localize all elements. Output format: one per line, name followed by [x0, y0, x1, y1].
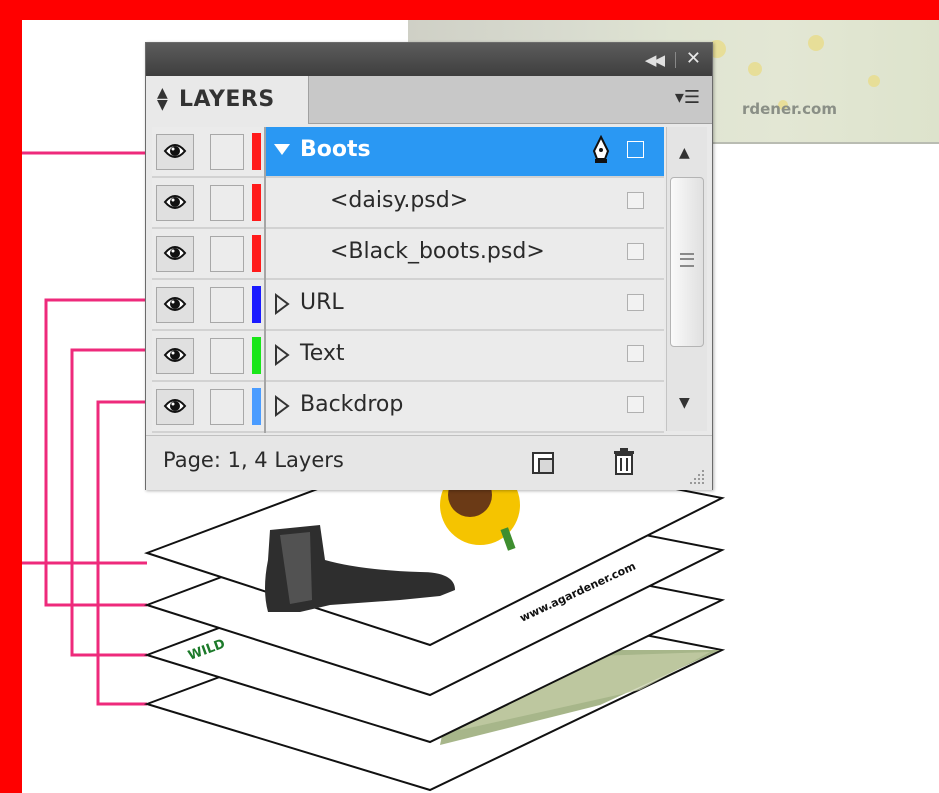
collapsed-triangle-icon[interactable] [272, 292, 292, 316]
tab-layers[interactable]: ▲ ▼ LAYERS [146, 76, 309, 124]
layer-name-cell[interactable]: Text [266, 331, 664, 380]
layer-row[interactable]: Boots [152, 127, 664, 178]
expanded-triangle-icon[interactable] [272, 139, 292, 159]
layer-color-swatch [252, 286, 261, 323]
collapsed-triangle-icon[interactable] [272, 394, 292, 418]
selection-box[interactable] [627, 345, 644, 362]
scroll-up-icon[interactable]: ▲ [679, 145, 690, 161]
visibility-toggle[interactable] [156, 185, 194, 221]
resize-grip-icon[interactable] [686, 466, 706, 486]
layer-row[interactable]: <Black_boots.psd> [152, 229, 664, 280]
lock-toggle[interactable] [210, 185, 244, 221]
collapse-icon[interactable]: ◀◀ [645, 51, 665, 69]
collapsed-triangle-icon[interactable] [272, 343, 292, 367]
visibility-toggle[interactable] [156, 287, 194, 323]
layer-name: <daisy.psd> [330, 188, 469, 213]
selection-box[interactable] [627, 192, 644, 209]
pen-icon [592, 135, 610, 163]
visibility-toggle[interactable] [156, 134, 194, 170]
layer-name: Boots [300, 137, 371, 162]
layer-color-swatch [252, 133, 261, 170]
selection-box[interactable] [627, 294, 644, 311]
layer-row[interactable]: Backdrop [152, 382, 664, 433]
layer-name: Backdrop [300, 392, 404, 417]
lock-toggle[interactable] [210, 134, 244, 170]
selection-box[interactable] [627, 141, 644, 158]
panel-statusbar: Page: 1, 4 Layers [146, 435, 712, 490]
close-icon[interactable]: ✕ [686, 48, 701, 69]
layer-name-cell[interactable]: URL [266, 280, 664, 329]
scroll-down-icon[interactable]: ▼ [679, 395, 690, 411]
panel-titlebar[interactable]: ◀◀ ✕ [146, 43, 712, 76]
layer-name: Text [300, 341, 345, 366]
visibility-toggle[interactable] [156, 236, 194, 272]
trash-icon[interactable] [611, 446, 637, 476]
lock-toggle[interactable] [210, 338, 244, 374]
layer-name-cell[interactable]: Boots [266, 127, 664, 176]
layer-color-swatch [252, 235, 261, 272]
layer-name-cell[interactable]: <Black_boots.psd> [266, 229, 664, 278]
tab-options-icon[interactable]: ▲ ▼ [157, 86, 168, 112]
new-layer-icon[interactable] [530, 450, 556, 476]
tab-label: LAYERS [179, 87, 275, 112]
layer-color-swatch [252, 337, 261, 374]
lock-toggle[interactable] [210, 236, 244, 272]
panel-menu-icon[interactable]: ▾☰ [675, 87, 700, 108]
layer-name-cell[interactable]: <daisy.psd> [266, 178, 664, 227]
layer-name: <Black_boots.psd> [330, 239, 545, 264]
layer-color-swatch [252, 184, 261, 221]
layer-name: URL [300, 290, 344, 315]
selection-box[interactable] [627, 396, 644, 413]
selection-box[interactable] [627, 243, 644, 260]
layer-row[interactable]: <daisy.psd> [152, 178, 664, 229]
scroll-thumb[interactable] [670, 177, 704, 347]
connector-lines [22, 151, 147, 706]
layer-name-cell[interactable]: Backdrop [266, 382, 664, 431]
layer-row[interactable]: URL [152, 280, 664, 331]
panel-tab-row: ▲ ▼ LAYERS ▾☰ [146, 76, 712, 124]
status-text: Page: 1, 4 Layers [163, 448, 344, 472]
layers-scrollbar[interactable]: ▲ ▼ [666, 127, 707, 431]
lock-toggle[interactable] [210, 389, 244, 425]
layer-row[interactable]: Text [152, 331, 664, 382]
lock-toggle[interactable] [210, 287, 244, 323]
layers-list: Boots <daisy.psd> <Black_boots.psd> URL Text… [152, 127, 664, 433]
visibility-toggle[interactable] [156, 389, 194, 425]
layers-panel: ◀◀ ✕ ▲ ▼ LAYERS ▾☰ Boots <daisy.psd> <Black… [145, 42, 713, 490]
layer-color-swatch [252, 388, 261, 425]
visibility-toggle[interactable] [156, 338, 194, 374]
